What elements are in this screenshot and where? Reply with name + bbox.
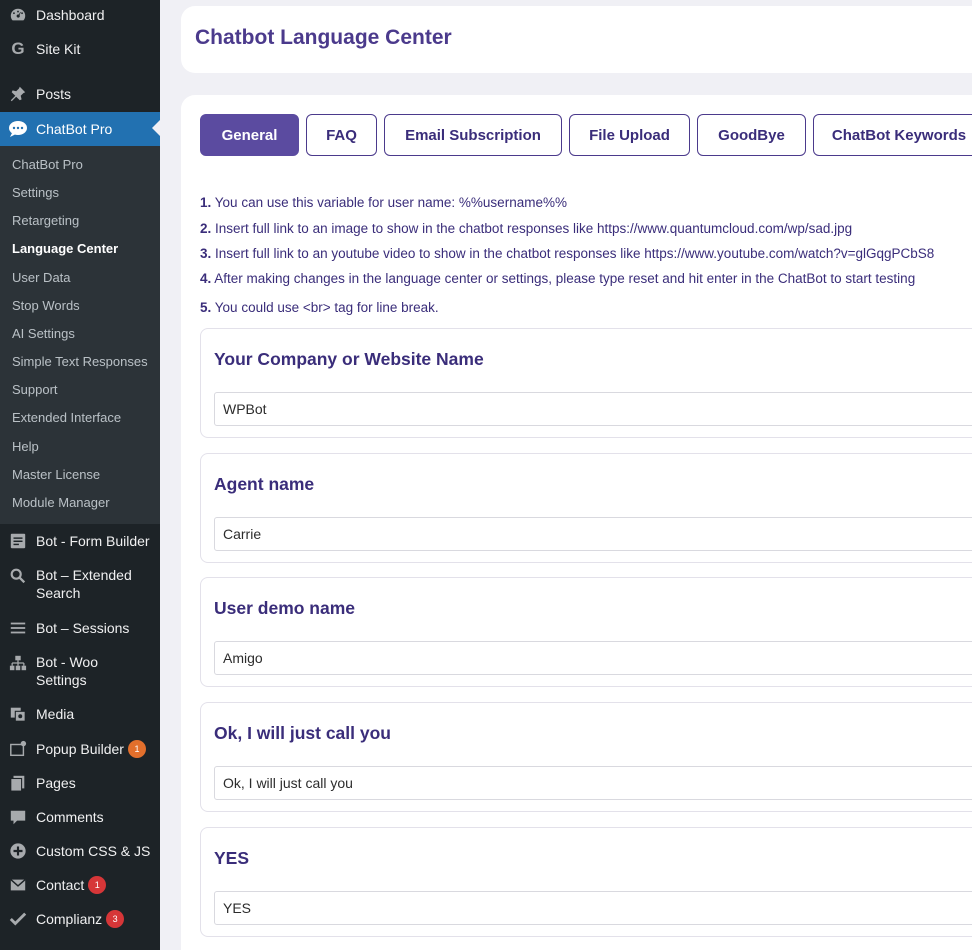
menu-media[interactable]: Media — [0, 704, 160, 724]
menu-contact[interactable]: Contact 1 — [0, 875, 160, 895]
instruction-1: 1. You can use this variable for user na… — [200, 195, 567, 210]
contact-badge: 1 — [88, 876, 107, 894]
chat-bubble-icon — [0, 120, 36, 138]
menu-comments[interactable]: Comments — [0, 807, 160, 827]
submenu-simple-text-responses[interactable]: Simple Text Responses — [12, 354, 148, 369]
menu-bot-sessions[interactable]: Bot – Sessions — [0, 618, 160, 638]
submenu-user-data[interactable]: User Data — [12, 270, 71, 285]
tab-goodbye[interactable]: GoodBye — [697, 114, 806, 156]
field-label: Ok, I will just call you — [214, 723, 391, 743]
menu-site-kit[interactable]: G Site Kit — [0, 38, 160, 60]
tab-general[interactable]: General — [200, 114, 299, 156]
pin-icon — [0, 85, 36, 103]
instruction-5: 5. You could use <br> tag for line break… — [200, 300, 439, 315]
submenu-chatbot-pro[interactable]: ChatBot Pro — [12, 157, 83, 172]
list-icon — [0, 619, 36, 637]
company-name-input[interactable] — [214, 392, 972, 426]
tab-faq[interactable]: FAQ — [306, 114, 377, 156]
sitemap-icon — [0, 653, 36, 672]
popup-icon — [0, 740, 36, 758]
menu-popup-builder[interactable]: Popup Builder 1 — [0, 739, 160, 759]
user-demo-name-input[interactable] — [214, 641, 972, 675]
submenu-support[interactable]: Support — [12, 382, 58, 397]
agent-name-input[interactable] — [214, 517, 972, 551]
current-menu-arrow — [152, 120, 160, 136]
tab-chatbot-keywords[interactable]: ChatBot Keywords — [813, 114, 972, 156]
field-yes: YES — [200, 827, 972, 937]
field-company-name: Your Company or Website Name — [200, 328, 972, 438]
field-user-demo-name: User demo name — [200, 577, 972, 687]
dashboard-icon — [0, 6, 36, 24]
menu-pages[interactable]: Pages — [0, 773, 160, 793]
google-g-icon: G — [11, 39, 25, 58]
field-label: Your Company or Website Name — [214, 349, 484, 369]
menu-bot-woo-settings[interactable]: Bot - Woo Settings — [0, 653, 160, 691]
comment-icon — [0, 808, 36, 826]
submenu-extended-interface[interactable]: Extended Interface — [12, 410, 121, 425]
media-icon — [0, 705, 36, 723]
submenu-retargeting[interactable]: Retargeting — [12, 213, 79, 228]
plus-circle-icon — [0, 842, 36, 860]
instruction-3: 3. Insert full link to an youtube video … — [200, 246, 935, 261]
submenu-language-center[interactable]: Language Center — [12, 241, 118, 256]
page-title: Chatbot Language Center — [195, 26, 452, 49]
form-icon — [0, 532, 36, 550]
complianz-badge: 3 — [106, 910, 125, 928]
mail-icon — [0, 876, 36, 894]
check-icon — [0, 910, 36, 928]
submenu-module-manager[interactable]: Module Manager — [12, 495, 110, 510]
menu-custom-css-js[interactable]: Custom CSS & JS — [0, 841, 160, 861]
menu-chatbot-pro[interactable]: ChatBot Pro — [0, 112, 160, 146]
search-icon — [0, 566, 36, 585]
instruction-4: 4. After making changes in the language … — [200, 271, 916, 286]
field-agent-name: Agent name — [200, 453, 972, 563]
popup-builder-badge: 1 — [127, 740, 146, 758]
menu-bot-extended-search[interactable]: Bot – Extended Search — [0, 566, 160, 604]
field-label: Agent name — [214, 474, 315, 494]
menu-complianz[interactable]: Complianz 3 — [0, 909, 160, 929]
instruction-2: 2. Insert full link to an image to show … — [200, 221, 853, 236]
submenu-master-license[interactable]: Master License — [12, 467, 100, 482]
menu-posts[interactable]: Posts — [0, 83, 160, 105]
call-you-input[interactable] — [214, 766, 972, 800]
tab-email-subscription[interactable]: Email Subscription — [384, 114, 562, 156]
tab-file-upload[interactable]: File Upload — [569, 114, 690, 156]
submenu-settings[interactable]: Settings — [12, 185, 59, 200]
submenu-stop-words[interactable]: Stop Words — [12, 298, 80, 313]
field-call-you: Ok, I will just call you — [200, 702, 972, 812]
menu-dashboard[interactable]: Dashboard — [0, 4, 160, 26]
pages-icon — [0, 774, 36, 792]
submenu-ai-settings[interactable]: AI Settings — [12, 326, 75, 341]
yes-input[interactable] — [214, 891, 972, 925]
admin-sidebar: Dashboard G Site Kit Posts ChatBot Pro C… — [0, 0, 160, 950]
header-card: Chatbot Language Center — [181, 6, 972, 73]
field-label: User demo name — [214, 598, 356, 618]
submenu-help[interactable]: Help — [12, 439, 39, 454]
field-label: YES — [214, 848, 250, 868]
menu-bot-form-builder[interactable]: Bot - Form Builder — [0, 531, 160, 551]
